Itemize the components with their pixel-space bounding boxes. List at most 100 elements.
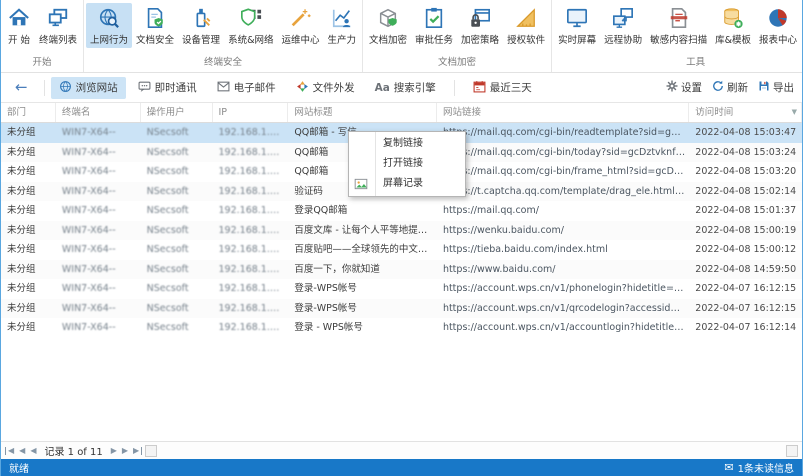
ribbon-item-label: 终端列表: [39, 35, 78, 46]
tab-globe[interactable]: 浏览网站: [50, 76, 126, 99]
cell-time: 2022-04-08 15:00:19: [695, 224, 797, 236]
menu-item-1[interactable]: 打开链接: [349, 154, 465, 174]
cell-time: 2022-04-08 15:02:14: [695, 185, 797, 197]
ribbon-item-library-template[interactable]: 库&模板: [711, 3, 755, 48]
column-header-label: IP: [218, 107, 228, 118]
tabs-divider: [453, 79, 455, 96]
gear-icon: [666, 80, 678, 95]
tab-file-send[interactable]: 文件外发: [288, 77, 363, 99]
ribbon-item-encrypt-policy[interactable]: 加密策略: [457, 3, 503, 48]
unread-mail-icon[interactable]: ✉: [724, 461, 733, 474]
cell-url: https://wenku.baidu.com/: [442, 224, 564, 236]
cell-ip: 192.168.1.190: [218, 244, 289, 255]
tab-aa[interactable]: Aa 搜索引擎: [367, 77, 444, 99]
table-row[interactable]: 未分组 WIN7-X64-- NSecsoft 192.168.1.190 登录-WPS…: [1, 279, 802, 299]
cell-dept: 未分组: [7, 224, 36, 236]
toolbar: ← 浏览网站 即时通讯 电子邮件 文件外发 Aa 搜索引擎 最近三天 设置 刷新 导出: [1, 73, 802, 103]
ribbon-item-label: 加密策略: [461, 35, 500, 46]
cell-time: 2022-04-08 15:00:12: [695, 244, 797, 255]
screenshot-icon: [354, 177, 368, 191]
ribbon-item-label: 远程协助: [604, 35, 643, 46]
nav-extra-button[interactable]: [145, 444, 158, 457]
cell-url: https://account.wps.cn/v1/qrcodelogin?ac…: [442, 302, 689, 314]
column-header-time[interactable]: 访问时间 ▼: [689, 103, 802, 122]
ribbon-item-more[interactable]: 更多...: [801, 3, 802, 48]
table-row[interactable]: 未分组 WIN7-X64-- NSecsoft 192.168.1.190 百度贴吧——…: [1, 240, 802, 260]
cell-ip: 192.168.1.190: [218, 322, 289, 333]
library-template-icon: [721, 6, 745, 30]
cell-terminal: WIN7-X64--: [61, 166, 116, 177]
ribbon-item-label: 授权软件: [507, 35, 546, 46]
refresh-button[interactable]: 刷新: [712, 80, 748, 95]
cell-user: NSecsoft: [146, 302, 189, 314]
ribbon-item-realtime-screen[interactable]: 实时屏幕: [554, 3, 600, 48]
menu-item-label: 复制链接: [383, 138, 423, 149]
column-header-ip[interactable]: IP: [213, 103, 289, 122]
ribbon-item-terminal-list[interactable]: 终端列表: [35, 3, 81, 48]
ribbon-item-label: 系统&网络: [228, 35, 274, 46]
ribbon-item-system-network[interactable]: 系统&网络: [224, 3, 277, 48]
filter-dropdown-icon[interactable]: ▼: [792, 103, 797, 122]
tab-label: 浏览网站: [75, 82, 118, 94]
last-record-button[interactable]: ▶: [132, 446, 143, 455]
column-header-url[interactable]: 网站链接: [437, 103, 690, 122]
prev-page-button[interactable]: ◀: [18, 446, 26, 455]
ribbon-item-label: 文档加密: [369, 35, 408, 46]
cell-terminal: WIN7-X64--: [61, 263, 116, 275]
column-header-terminal[interactable]: 终端名: [56, 103, 141, 122]
cell-title: 登录-WPS帐号: [294, 302, 357, 314]
scrollbar-corner: [786, 444, 798, 457]
filter-tabs: 浏览网站 即时通讯 电子邮件 文件外发 Aa 搜索引擎 最近三天: [50, 76, 540, 99]
cell-time: 2022-04-08 15:03:24: [695, 146, 797, 158]
ribbon-item-approval[interactable]: 审批任务: [411, 3, 457, 48]
table-row[interactable]: 未分组 WIN7-X64-- NSecsoft 192.168.1.190 百度文库 -…: [1, 220, 802, 240]
gear-button[interactable]: 设置: [666, 80, 702, 95]
ribbon-item-remote-assist[interactable]: 远程协助: [600, 3, 646, 48]
menu-item-2[interactable]: 屏幕记录: [349, 174, 465, 194]
table-row[interactable]: 未分组 WIN7-X64-- NSecsoft 192.168.1.190 百度一下，你…: [1, 259, 802, 279]
export-icon: [758, 80, 770, 95]
ribbon-item-doc-security[interactable]: 文档安全: [132, 3, 178, 48]
ribbon-item-device-mgmt[interactable]: 设备管理: [178, 3, 224, 48]
tab-label: 即时通讯: [154, 82, 197, 94]
cell-time: 2022-04-08 15:03:20: [695, 166, 797, 177]
next-record-button[interactable]: ▶: [110, 446, 118, 455]
action-label: 刷新: [727, 82, 748, 94]
cell-dept: 未分组: [7, 127, 36, 138]
ribbon-item-doc-encrypt[interactable]: 文档加密: [365, 3, 411, 48]
cell-time: 2022-04-07 16:12:15: [695, 302, 797, 314]
tab-calendar[interactable]: 最近三天: [465, 77, 540, 99]
cell-time: 2022-04-07 16:12:15: [695, 283, 797, 294]
home-icon: [7, 6, 31, 30]
file-send-icon: [296, 80, 309, 96]
ribbon-item-sensitive-scan[interactable]: 敏感内容扫描: [646, 3, 711, 48]
menu-item-0[interactable]: 复制链接: [349, 134, 465, 154]
tab-chat[interactable]: 即时通讯: [130, 77, 205, 99]
context-menu: 复制链接打开链接 屏幕记录: [348, 131, 466, 197]
ribbon-item-web-behavior[interactable]: 上网行为: [86, 3, 133, 48]
prev-record-button[interactable]: ◀: [29, 446, 37, 455]
cell-user: NSecsoft: [146, 224, 189, 236]
tab-mail[interactable]: 电子邮件: [209, 77, 284, 99]
cell-ip: 192.168.1.190: [218, 283, 289, 294]
table-row[interactable]: 未分组 WIN7-X64-- NSecsoft 192.168.1.190 登录-WPS…: [1, 298, 802, 318]
table-row[interactable]: 未分组 WIN7-X64-- NSecsoft 192.168.1.190 登录QQ邮箱…: [1, 201, 802, 221]
next-page-button[interactable]: ▶: [121, 446, 129, 455]
tab-label: 搜索引擎: [393, 82, 436, 94]
aa-icon: Aa: [374, 81, 390, 94]
column-header-title[interactable]: 网站标题: [288, 103, 437, 122]
ribbon-item-label: 开 始: [7, 35, 31, 46]
ribbon-item-home[interactable]: 开 始: [3, 3, 35, 48]
first-record-button[interactable]: ◀: [5, 446, 15, 455]
column-header-user[interactable]: 操作用户: [141, 103, 213, 122]
unread-message-text[interactable]: 1条未读信息: [738, 460, 794, 475]
column-header-dept[interactable]: 部门: [1, 103, 56, 122]
ribbon-item-licensed-software[interactable]: 授权软件: [503, 3, 549, 48]
ribbon-item-productivity[interactable]: 生产力: [324, 3, 361, 48]
table-row[interactable]: 未分组 WIN7-X64-- NSecsoft 192.168.1.190 登录 - W…: [1, 318, 802, 338]
ribbon-item-ops-center[interactable]: 运维中心: [277, 3, 323, 48]
ribbon-item-report-center[interactable]: 报表中心: [755, 3, 801, 48]
back-button[interactable]: ←: [9, 78, 38, 98]
export-button[interactable]: 导出: [758, 80, 794, 95]
globe-icon: [59, 80, 72, 96]
